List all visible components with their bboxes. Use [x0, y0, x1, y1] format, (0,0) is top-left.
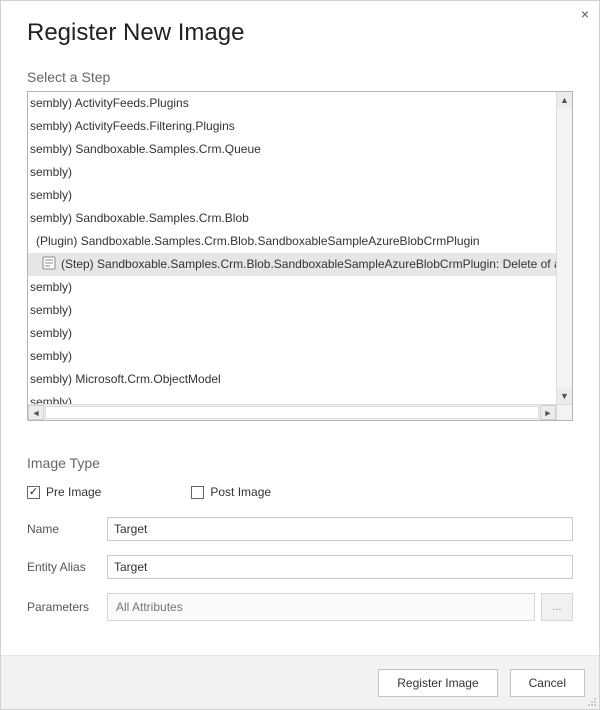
- tree-row-prefix: (Plugin): [36, 234, 77, 248]
- image-form: Name Entity Alias Parameters ...: [27, 517, 573, 621]
- pre-image-checkbox[interactable]: Pre Image: [27, 485, 101, 499]
- tree-row[interactable]: sembly): [28, 322, 556, 345]
- register-image-button[interactable]: Register Image: [378, 669, 497, 697]
- entity-alias-label: Entity Alias: [27, 560, 107, 574]
- resize-grip-icon: [587, 697, 597, 707]
- tree-row[interactable]: sembly) ActivityFeeds.Plugins: [28, 92, 556, 115]
- image-type-heading: Image Type: [27, 455, 573, 471]
- scroll-left-arrow-icon[interactable]: ◄: [28, 405, 44, 420]
- checkbox-icon: [27, 486, 40, 499]
- tree-row-label: Sandboxable.Samples.Crm.Queue: [75, 142, 260, 156]
- parameters-input[interactable]: [107, 593, 535, 621]
- tree-row[interactable]: sembly): [28, 184, 556, 207]
- tree-row[interactable]: sembly) ActivityFeeds.Filtering.Plugins: [28, 115, 556, 138]
- scroll-right-arrow-icon[interactable]: ►: [540, 405, 556, 420]
- tree-row-prefix: sembly): [30, 303, 72, 317]
- tree-row-label: Sandboxable.Samples.Crm.Blob.Sandboxable…: [97, 257, 556, 271]
- checkbox-icon: [191, 486, 204, 499]
- cancel-button[interactable]: Cancel: [510, 669, 585, 697]
- dialog-title: Register New Image: [27, 19, 573, 47]
- tree-row[interactable]: sembly): [28, 299, 556, 322]
- tree-row-prefix: (Step): [61, 257, 94, 271]
- select-step-heading: Select a Step: [27, 69, 573, 85]
- post-image-checkbox[interactable]: Post Image: [191, 485, 271, 499]
- register-new-image-dialog: × Register New Image Select a Step sembl…: [0, 0, 600, 710]
- tree-row-prefix: sembly): [30, 211, 72, 225]
- parameters-browse-button[interactable]: ...: [541, 593, 573, 621]
- pre-image-label: Pre Image: [46, 485, 101, 499]
- tree-row-label: ActivityFeeds.Filtering.Plugins: [75, 119, 235, 133]
- tree-row[interactable]: sembly): [28, 276, 556, 299]
- name-input[interactable]: [107, 517, 573, 541]
- dialog-content: Register New Image Select a Step sembly)…: [1, 1, 599, 655]
- parameters-label: Parameters: [27, 600, 107, 614]
- tree-row-selected[interactable]: (Step) Sandboxable.Samples.Crm.Blob.Sand…: [28, 253, 556, 276]
- name-label: Name: [27, 522, 107, 536]
- tree-row-prefix: sembly): [30, 96, 72, 110]
- entity-alias-input[interactable]: [107, 555, 573, 579]
- step-tree-viewport: sembly) ActivityFeeds.Pluginssembly) Act…: [28, 92, 556, 404]
- tree-row[interactable]: sembly) Microsoft.Crm.ObjectModel: [28, 368, 556, 391]
- horizontal-scroll-track[interactable]: [45, 406, 539, 419]
- tree-row[interactable]: (Plugin) Sandboxable.Samples.Crm.Blob.Sa…: [28, 230, 556, 253]
- tree-row-label: Sandboxable.Samples.Crm.Blob.Sandboxable…: [81, 234, 480, 248]
- tree-row-prefix: sembly): [30, 326, 72, 340]
- tree-row[interactable]: sembly) Sandboxable.Samples.Crm.Queue: [28, 138, 556, 161]
- tree-row[interactable]: sembly): [28, 161, 556, 184]
- tree-row-prefix: sembly): [30, 119, 72, 133]
- tree-row[interactable]: sembly): [28, 391, 556, 404]
- tree-row-prefix: sembly): [30, 142, 72, 156]
- post-image-label: Post Image: [210, 485, 271, 499]
- close-icon[interactable]: ×: [581, 7, 589, 21]
- scroll-up-arrow-icon[interactable]: ▲: [557, 92, 572, 108]
- tree-row-label: Microsoft.Crm.ObjectModel: [75, 372, 220, 386]
- scrollbar-corner: [556, 404, 572, 420]
- scroll-down-arrow-icon[interactable]: ▼: [557, 388, 572, 404]
- tree-row-prefix: sembly): [30, 188, 72, 202]
- vertical-scrollbar[interactable]: ▲ ▼: [556, 92, 572, 404]
- tree-row-prefix: sembly): [30, 165, 72, 179]
- dialog-footer: Register Image Cancel: [1, 655, 599, 709]
- tree-row-prefix: sembly): [30, 395, 72, 404]
- tree-row-prefix: sembly): [30, 372, 72, 386]
- tree-row[interactable]: sembly) Sandboxable.Samples.Crm.Blob: [28, 207, 556, 230]
- tree-row-prefix: sembly): [30, 349, 72, 363]
- tree-row-label: Sandboxable.Samples.Crm.Blob: [75, 211, 248, 225]
- image-type-section: Image Type Pre Image Post Image: [27, 455, 573, 499]
- tree-row[interactable]: sembly): [28, 345, 556, 368]
- tree-row-prefix: sembly): [30, 280, 72, 294]
- step-tree[interactable]: sembly) ActivityFeeds.Pluginssembly) Act…: [27, 91, 573, 421]
- horizontal-scroll-thumb[interactable]: [86, 407, 486, 418]
- horizontal-scrollbar[interactable]: ◄ ►: [28, 404, 556, 420]
- tree-row-label: ActivityFeeds.Plugins: [75, 96, 189, 110]
- step-icon: [42, 256, 56, 270]
